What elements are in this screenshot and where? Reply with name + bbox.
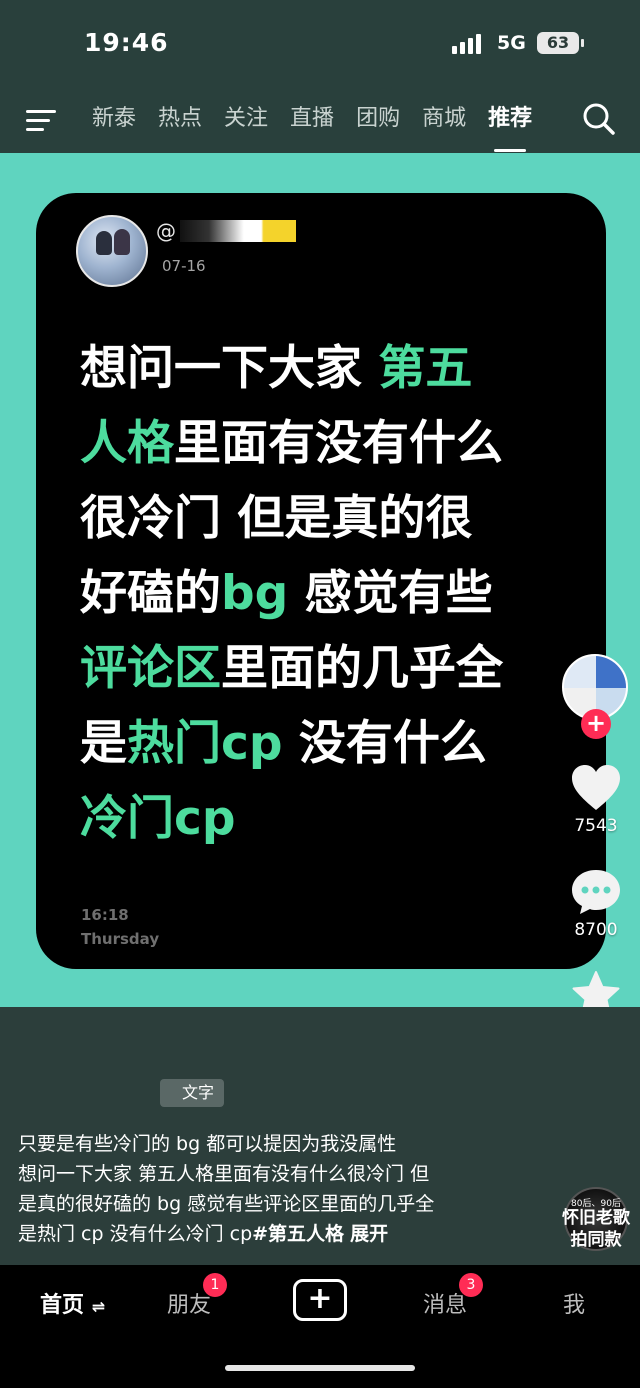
signal-icon (452, 32, 488, 54)
post-text-highlight: 热门cp (127, 716, 283, 771)
messages-badge: 3 (459, 1273, 484, 1297)
nav-messages-label: 消息 (423, 1293, 468, 1318)
username-redacted (180, 220, 296, 242)
card-timestamp: 16:18 Thursday (81, 903, 159, 951)
comment-count: 8700 (574, 920, 618, 940)
card-time: 16:18 (81, 906, 129, 924)
feed-tabs: 新泰 热点 关注 直播 团购 商城 推荐 (92, 102, 554, 152)
tab-xintai[interactable]: 新泰 (92, 102, 136, 146)
post-text-line: 评论区里面的几乎全 (80, 631, 580, 706)
nav-friends-label: 朋友 (167, 1293, 212, 1318)
author-username: @ (156, 219, 296, 243)
top-header: 19:46 5G 63 新泰 热点 关注 直播 团购 商城 推荐 (0, 0, 640, 153)
post-text-line: 好磕的bg 感觉有些 (80, 556, 580, 631)
friends-badge: 1 (203, 1273, 228, 1297)
status-time: 19:46 (84, 28, 169, 57)
video-description[interactable]: 只要是有些冷门的 bg 都可以提因为我没属性 想问一下大家 第五人格里面有没有什… (18, 1129, 518, 1249)
post-text-segment: 很冷门 但是真的很 (80, 491, 473, 546)
tab-recommended[interactable]: 推荐 (488, 102, 532, 152)
post-text-segment: 里面的几乎全 (221, 641, 503, 696)
music-caption[interactable]: 怀旧老歌 拍同款 (560, 1207, 632, 1251)
bottom-nav: 首页 ⇌ 朋友 1 + 消息 3 我 (0, 1265, 640, 1388)
post-text-line: 人格里面有没有什么 (80, 406, 580, 481)
top-navbar: 新泰 热点 关注 直播 团购 商城 推荐 (0, 96, 640, 152)
username-at: @ (156, 219, 176, 243)
comment-icon (572, 870, 620, 914)
tab-group-buy[interactable]: 团购 (356, 102, 400, 146)
expand-button[interactable]: 展开 (350, 1223, 388, 1245)
video-player[interactable]: @ 07-16 想问一下大家 第五 人格里面有没有什么 很冷门 但是真的很 好磕的bg… (0, 153, 640, 1007)
desc-line: 是真的很好磕的 bg 感觉有些评论区里面的几乎全 (18, 1193, 435, 1215)
search-icon[interactable] (582, 102, 616, 136)
post-text-segment: 里面有没有什么 (174, 416, 503, 471)
status-bar: 19:46 5G 63 (0, 24, 640, 64)
music-caption-action: 拍同款 (570, 1230, 622, 1250)
like-count: 7543 (574, 816, 618, 836)
post-text-segment: 感觉有些 (288, 566, 493, 621)
post-text-line: 想问一下大家 第五 (80, 331, 580, 406)
nav-friends[interactable]: 朋友 1 (167, 1273, 228, 1319)
post-card: @ 07-16 想问一下大家 第五 人格里面有没有什么 很冷门 但是真的很 好磕的bg… (36, 193, 606, 969)
desc-line: 是热门 cp 没有什么冷门 cp#第五人格 展开 (18, 1219, 518, 1249)
menu-icon[interactable] (26, 108, 58, 134)
desc-line: 想问一下大家 第五人格里面有没有什么很冷门 但 (18, 1163, 430, 1185)
tab-mall[interactable]: 商城 (422, 102, 466, 146)
desc-line: 只要是有些冷门的 bg 都可以提因为我没属性 (18, 1133, 397, 1155)
post-date: 07-16 (162, 257, 206, 275)
nav-home-label: 首页 (40, 1293, 85, 1318)
post-text-highlight: 评论区 (80, 641, 221, 696)
network-label: 5G (497, 32, 526, 54)
create-button[interactable]: + (293, 1279, 347, 1321)
tab-live[interactable]: 直播 (290, 102, 334, 146)
post-text-line: 冷门cp (80, 781, 580, 856)
post-text: 想问一下大家 第五 人格里面有没有什么 很冷门 但是真的很 好磕的bg 感觉有些 评论区… (80, 331, 580, 856)
battery-icon: 63 (537, 32, 584, 54)
card-weekday: Thursday (81, 930, 160, 948)
comment-button[interactable]: 8700 (566, 868, 626, 940)
post-text-line: 很冷门 但是真的很 (80, 481, 580, 556)
refresh-icon: ⇌ (91, 1297, 106, 1316)
post-text-highlight: bg (221, 566, 289, 621)
post-text-line: 是热门cp 没有什么 (80, 706, 580, 781)
music-caption-title: 怀旧老歌 (562, 1208, 630, 1228)
tab-hot[interactable]: 热点 (158, 102, 202, 146)
nav-me[interactable]: 我 (563, 1287, 585, 1319)
post-text-highlight: 冷门cp (80, 791, 236, 846)
desc-last-text: 是热门 cp 没有什么冷门 cp (18, 1223, 253, 1245)
nav-home[interactable]: 首页 ⇌ (40, 1287, 105, 1319)
post-text-segment: 是 (80, 716, 127, 771)
heart-icon (572, 765, 620, 810)
nav-messages[interactable]: 消息 3 (423, 1273, 484, 1319)
follow-button[interactable]: + (581, 709, 611, 739)
home-indicator (225, 1365, 415, 1371)
author-avatar[interactable] (76, 215, 148, 287)
post-text-segment: 想问一下大家 (80, 341, 379, 396)
post-text-segment: 没有什么 (282, 716, 487, 771)
tab-following[interactable]: 关注 (224, 102, 268, 146)
text-tag[interactable]: 文字 (160, 1079, 225, 1107)
post-text-highlight: 第五 (378, 341, 473, 396)
hashtag-link[interactable]: #第五人格 (252, 1223, 344, 1245)
post-text-highlight: 人格 (80, 416, 174, 471)
video-info: 文字 只要是有些冷门的 bg 都可以提因为我没属性 想问一下大家 第五人格里面有… (0, 1007, 640, 1265)
like-button[interactable]: 7543 (566, 764, 626, 836)
post-text-segment: 好磕的 (80, 566, 221, 621)
